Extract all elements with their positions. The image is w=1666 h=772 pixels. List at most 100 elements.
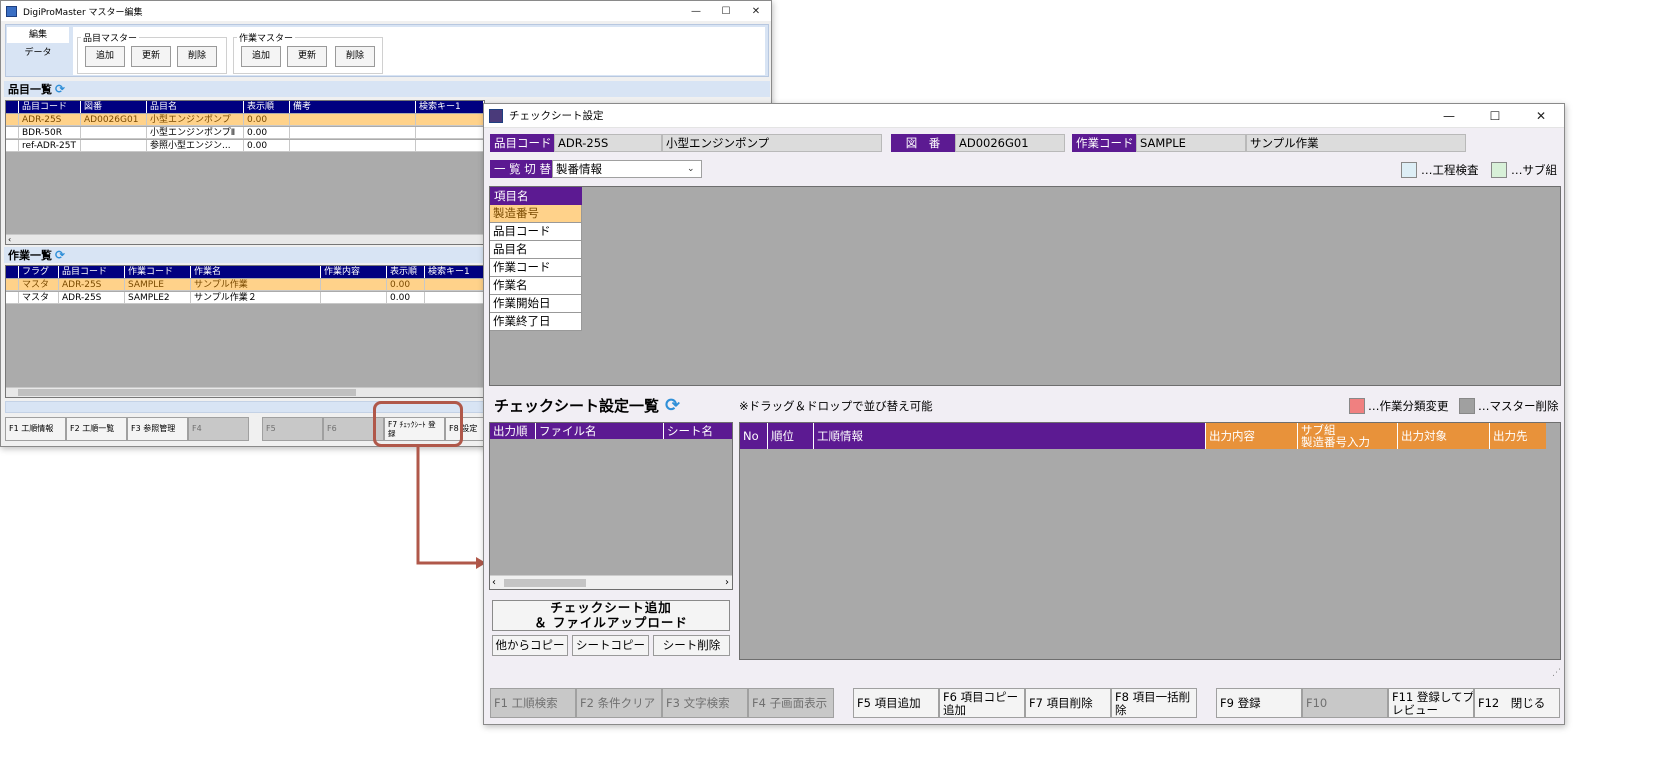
cell: [81, 140, 147, 152]
sagyo-delete-button[interactable]: 削除: [335, 46, 375, 67]
cell: [81, 127, 147, 139]
fkey-f10[interactable]: F10: [1302, 688, 1388, 718]
master-edit-titlebar[interactable]: DigiProMaster マスター編集 — ☐ ✕: [1, 1, 771, 21]
cell: マスタ: [19, 292, 59, 304]
minimize-button[interactable]: —: [1426, 104, 1472, 127]
fkey-f12[interactable]: F12 閉じる: [1474, 688, 1560, 718]
resize-grip-icon[interactable]: ⋰: [1552, 668, 1561, 678]
checksheet-titlebar[interactable]: チェックシート設定 — ☐ ✕: [484, 104, 1564, 128]
fkey-f3[interactable]: F3 文字検索: [662, 688, 748, 718]
hinmoku-update-button[interactable]: 更新: [131, 46, 171, 67]
group-sagyo-title: 作業マスター: [237, 31, 296, 44]
horizontal-scrollbar[interactable]: [6, 387, 484, 397]
fkey-f11[interactable]: F11 登録してプ レビュー: [1388, 688, 1474, 718]
scroll-left-icon[interactable]: ‹: [492, 576, 496, 589]
fkey-f4[interactable]: F4 子画面表示: [748, 688, 834, 718]
fkey-f1[interactable]: F1 工順検索: [490, 688, 576, 718]
sagyo-list-title: 作業一覧 ⟳: [8, 248, 65, 262]
cell: [290, 127, 416, 139]
sheet-grid[interactable]: 出力順 ファイル名 シート名 ‹ ›: [489, 422, 733, 590]
cell: [321, 279, 387, 291]
hinmoku-list-header: [4, 81, 770, 97]
copy-from-other-button[interactable]: 他からコピー: [492, 635, 568, 656]
row-header: [6, 266, 19, 278]
cell: 0.00: [244, 114, 290, 126]
col-header: ファイル名: [536, 423, 664, 439]
cell: ADR-25S: [59, 292, 125, 304]
checksheet-settings-window: チェックシート設定 — ☐ ✕ 品目コード ADR-25S 小型エンジンポンプ …: [483, 103, 1565, 725]
fkey-f6[interactable]: F6 項目コピー 追加: [939, 688, 1025, 718]
hinmoku-code-label: 品目コード: [490, 134, 554, 152]
cell: 0.00: [387, 279, 425, 291]
refresh-icon[interactable]: ⟳: [55, 248, 65, 262]
scrollbar-thumb[interactable]: [504, 579, 586, 587]
legend-swatch-category-change: [1349, 398, 1365, 414]
refresh-icon[interactable]: ⟳: [55, 82, 65, 96]
sagyo-grid[interactable]: フラグ 品目コード 作業コード 作業名 作業内容 表示順 検索キー1 マスタ A…: [5, 265, 485, 398]
list-item[interactable]: 作業終了日: [490, 313, 582, 331]
fkey-f5[interactable]: F5 項目追加: [853, 688, 939, 718]
list-item[interactable]: 作業コード: [490, 259, 582, 277]
callout-arrow: [416, 447, 486, 569]
list-item[interactable]: 作業名: [490, 277, 582, 295]
list-item[interactable]: 品目コード: [490, 223, 582, 241]
maximize-button[interactable]: ☐: [1472, 104, 1518, 127]
col-header: 検索キー1: [416, 101, 484, 113]
sheet-copy-button[interactable]: シートコピー: [572, 635, 649, 656]
scrollbar-thumb[interactable]: [18, 389, 356, 396]
fkey-f8[interactable]: F8 項目一括削 除: [1111, 688, 1197, 718]
horizontal-scrollbar[interactable]: ‹: [6, 234, 484, 244]
hinmoku-add-button[interactable]: 追加: [85, 46, 125, 67]
row-header: [6, 127, 19, 139]
list-item-selected[interactable]: 製造番号: [490, 205, 582, 223]
fkey-f2[interactable]: F2 工順一覧: [66, 417, 127, 441]
fkey-f4[interactable]: F4: [188, 417, 249, 441]
row-header: [6, 292, 19, 304]
list-item[interactable]: 品目名: [490, 241, 582, 259]
fkey-f5[interactable]: F5: [262, 417, 323, 441]
hinmoku-grid[interactable]: 品目コード 図番 品目名 表示順 備考 検索キー1 ADR-25S AD0026…: [5, 100, 485, 245]
cell: ADR-25S: [59, 279, 125, 291]
hinmoku-code-field: ADR-25S: [554, 134, 662, 152]
sheet-delete-button[interactable]: シート削除: [653, 635, 730, 656]
table-row[interactable]: マスタ ADR-25S SAMPLE2 サンプル作業２ 0.00: [6, 292, 484, 304]
table-row[interactable]: ref-ADR-25T 参照小型エンジン... 0.00: [6, 140, 484, 152]
list-switch-select[interactable]: 製番情報 ⌄: [552, 160, 702, 178]
col-header: サブ組 製造番号入力: [1298, 423, 1398, 449]
col-header: No: [740, 423, 768, 449]
legend-master-delete-label: …マスター削除: [1478, 399, 1559, 413]
table-row[interactable]: マスタ ADR-25S SAMPLE サンプル作業 0.00: [6, 279, 484, 291]
fkey-f9[interactable]: F9 登録: [1216, 688, 1302, 718]
refresh-icon[interactable]: ⟳: [665, 395, 680, 416]
fkey-f1[interactable]: F1 工順情報: [5, 417, 66, 441]
item-panel[interactable]: 項目名 製造番号 品目コード 品目名 作業コード 作業名 作業開始日 作業終了日: [489, 186, 1561, 386]
table-row[interactable]: BDR-50R 小型エンジンポンプⅡ 0.00: [6, 127, 484, 139]
list-switch-label: 一 覧 切 替: [490, 160, 552, 178]
add-checksheet-upload-button[interactable]: チェックシート追加 ＆ ファイルアップロード: [492, 600, 730, 631]
list-item[interactable]: 作業開始日: [490, 295, 582, 313]
table-row[interactable]: ADR-25S AD0026G01 小型エンジンポンプ 0.00: [6, 114, 484, 126]
callout-arrow-line: [416, 447, 478, 565]
scroll-right-icon[interactable]: ›: [725, 576, 729, 589]
col-header: 備考: [290, 101, 416, 113]
cell: サンプル作業: [191, 279, 321, 291]
cell: SAMPLE2: [125, 292, 191, 304]
sagyo-update-button[interactable]: 更新: [287, 46, 327, 67]
process-grid[interactable]: No 順位 工順情報 出力内容 サブ組 製造番号入力 出力対象 出力先: [739, 422, 1561, 660]
tab-edit[interactable]: 編集: [7, 27, 69, 43]
maximize-button[interactable]: ☐: [711, 1, 741, 21]
cell: [425, 279, 484, 291]
checksheet-list-title: チェックシート設定一覧 ⟳: [494, 394, 680, 416]
close-button[interactable]: ✕: [1518, 104, 1564, 127]
fkey-f2[interactable]: F2 条件クリア: [576, 688, 662, 718]
fkey-f7[interactable]: F7 項目削除: [1025, 688, 1111, 718]
col-header: 品目コード: [19, 101, 81, 113]
tab-data[interactable]: データ: [7, 45, 69, 61]
fkey-f3[interactable]: F3 参照管理: [127, 417, 188, 441]
close-button[interactable]: ✕: [741, 1, 771, 21]
minimize-button[interactable]: —: [681, 1, 711, 21]
horizontal-scrollbar[interactable]: ‹ ›: [490, 575, 732, 589]
hinmoku-delete-button[interactable]: 削除: [177, 46, 217, 67]
front-fkey-bar: F1 工順検索 F2 条件クリア F3 文字検索 F4 子画面表示 F5 項目追…: [490, 688, 1560, 718]
sagyo-add-button[interactable]: 追加: [241, 46, 281, 67]
